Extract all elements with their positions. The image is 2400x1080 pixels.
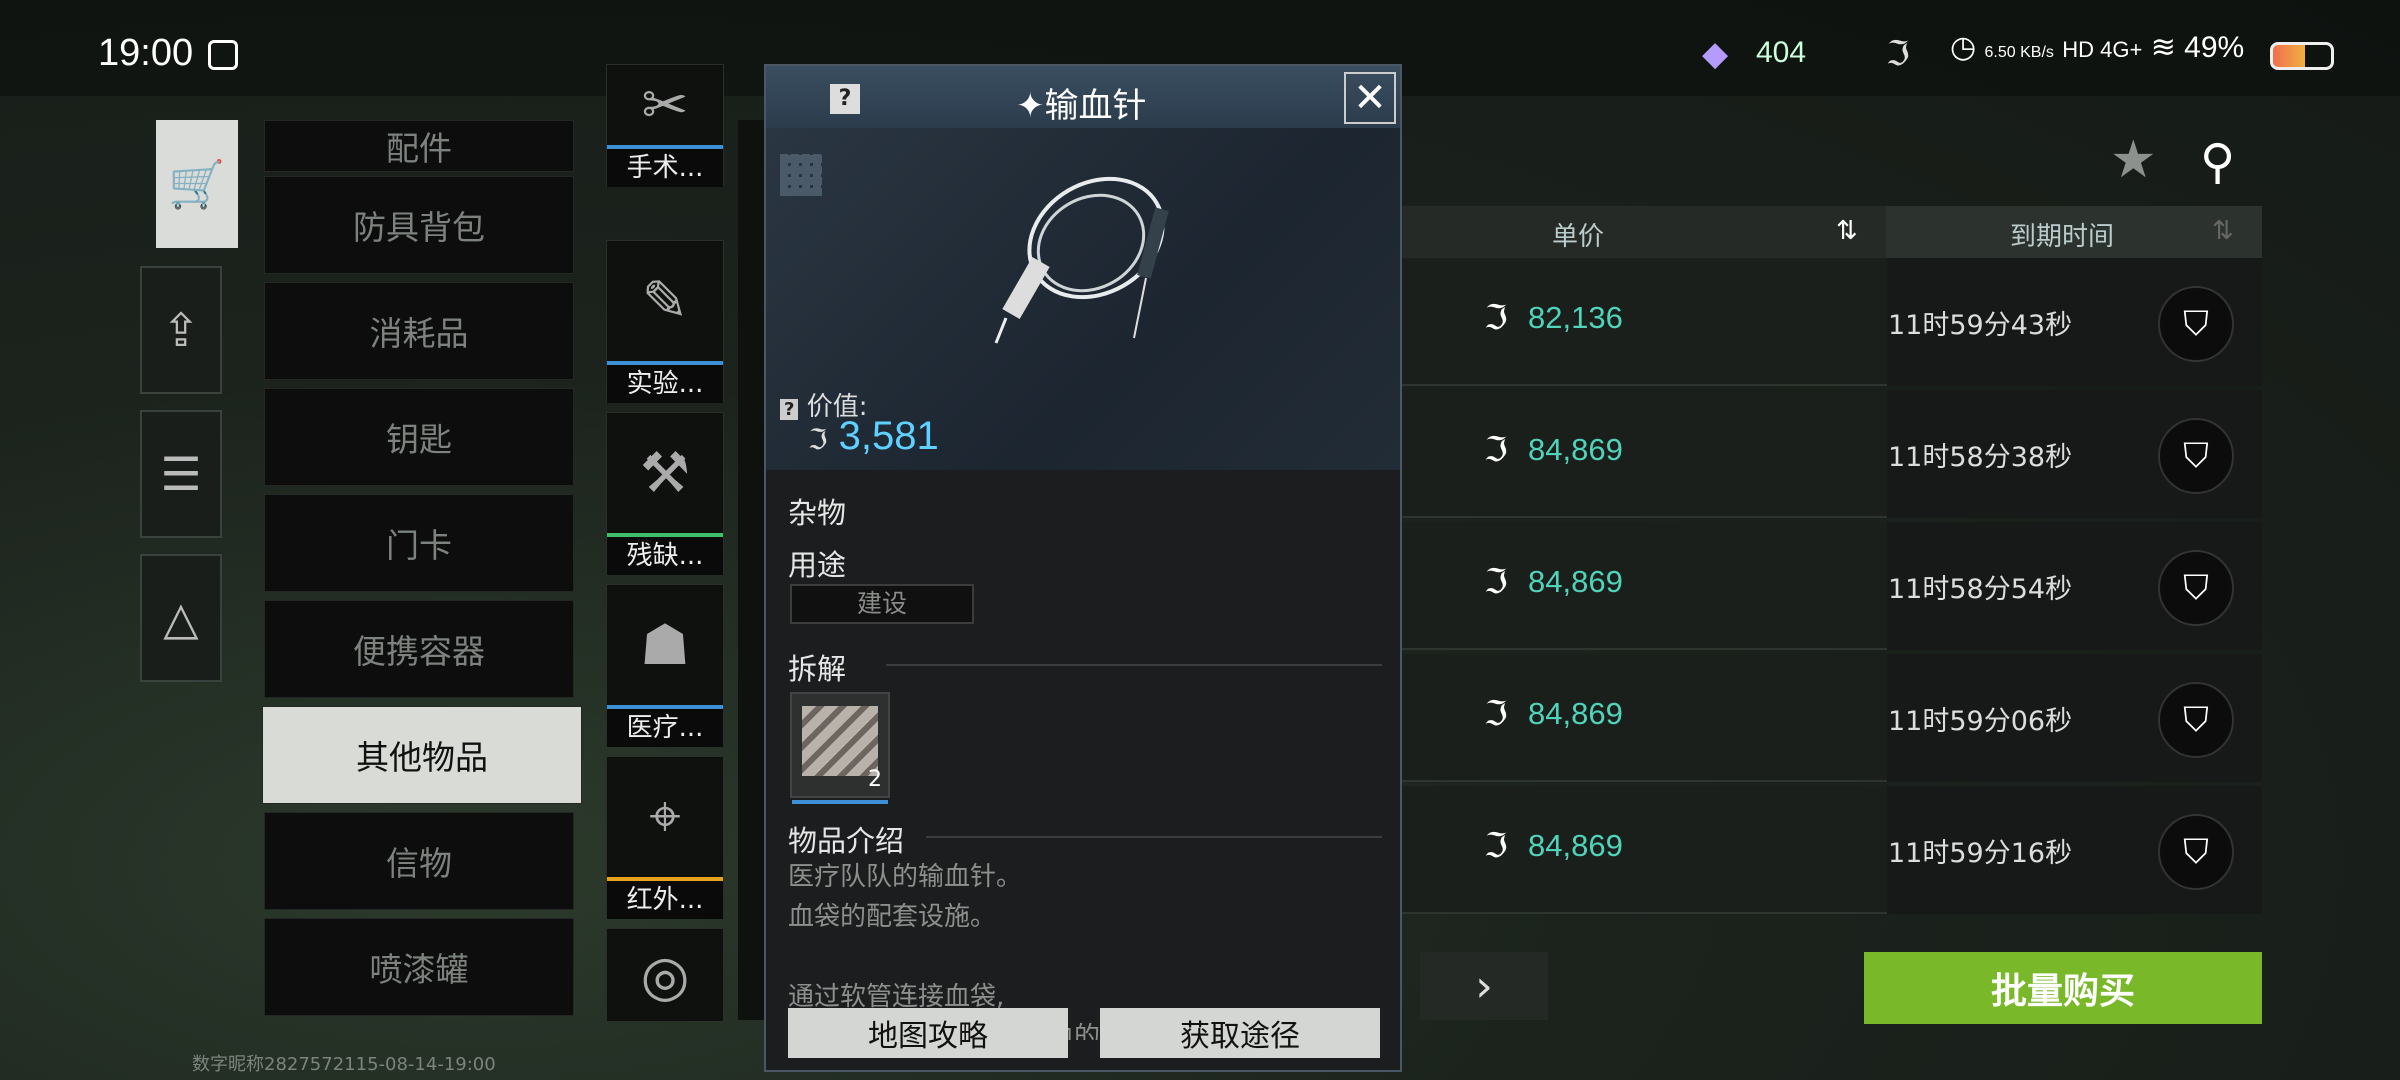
sort-icon[interactable]: ⇅ [1836,216,1858,246]
network-type: HD 4G+ [2062,37,2143,62]
transfusion-needle-image [994,176,1169,344]
tool-icon: ⚒ [639,440,691,506]
item-card[interactable]: ⚒ 残缺... [606,412,724,575]
item-card[interactable]: ◎ [606,928,724,1022]
item-detail-popup: ? ✦输血针 ✕ ? 价值: ℑ 3,581 杂物 用途 建设 拆解 2 物品介… [764,64,1402,1072]
description-line: 血袋的配套设施。 [788,902,997,932]
coin-icon: ℑ [1484,826,1508,866]
category-keys[interactable]: 钥匙 [264,388,574,486]
item-card[interactable]: ⌖ 红外... [606,756,724,919]
coin-icon: ℑ [1484,430,1508,470]
thermometer-icon: ⌖ [649,784,681,849]
next-page-button[interactable]: › [1420,952,1548,1020]
item-type: 杂物 [788,496,847,530]
category-armor-bag[interactable]: 防具背包 [264,176,574,274]
popup-title: ✦输血针 [1016,86,1147,126]
item-value: ℑ 3,581 [808,414,939,458]
gem-count: 404 [1756,36,1807,69]
coin-icon: ℑ [1484,298,1508,338]
category-containers[interactable]: 便携容器 [264,600,574,698]
table-row: ℑ 84,869 11时58分38秒 ⛉ [1402,390,2262,518]
buy-bag-icon[interactable]: ⛉ [2158,550,2234,626]
close-icon: ✕ [1353,75,1387,121]
col-price[interactable]: 单价 [1552,216,1604,253]
net-speed: 6.50 KB/s [1984,44,2054,61]
category-other-items[interactable]: 其他物品 [262,706,582,804]
item-card[interactable]: ✎ 实验... [606,240,724,403]
item-card[interactable]: ☗ 医疗... [606,584,724,747]
usage-title: 用途 [788,548,847,582]
system-indicators: ◷ 6.50 KB/s HD 4G+ ≋ 49% [1950,30,2244,65]
coin-icon: ℑ [808,424,828,455]
coin-icon: ℑ [1484,562,1508,602]
table-row: ℑ 84,869 11时59分16秒 ⛉ [1402,786,2262,914]
alarm-icon: ◷ [1950,31,1977,64]
grid-size-icon [780,154,822,196]
triangle-logo-icon[interactable]: △ [140,554,222,682]
get-source-button[interactable]: 获取途径 [1100,1008,1380,1058]
category-tokens[interactable]: 信物 [264,812,574,910]
buy-bag-icon[interactable]: ⛉ [2158,814,2234,890]
coin-item-icon: ◎ [640,943,690,1009]
chevron-right-icon: › [1475,960,1493,1012]
buy-bag-icon[interactable]: ⛉ [2158,682,2234,758]
clock: 19:00 [98,32,194,74]
table-header: 单价 ⇅ 到期时间 ⇅ [1402,206,2262,258]
clipboard-icon[interactable]: ☰ [140,410,222,538]
battery-icon [2270,42,2334,70]
category-accessories[interactable]: 配件 [264,120,574,172]
table-row: ℑ 84,869 11时59分06秒 ⛉ [1402,654,2262,782]
wifi-icon: ≋ [2150,31,2176,64]
buy-bag-icon[interactable]: ⛉ [2158,286,2234,362]
description-line: 医疗队队的输血针。 [788,862,1023,892]
screenshot-icon [208,40,238,70]
coin-icon: ℑ [1886,34,1910,74]
sell-cart-icon[interactable]: ⇪ [140,266,222,394]
table-row: ℑ 84,869 11时58分54秒 ⛉ [1402,522,2262,650]
favorite-star-icon[interactable]: ★ [2110,130,2157,190]
col-expire[interactable]: 到期时间 [2010,216,2114,253]
close-button[interactable]: ✕ [1344,72,1396,124]
dismantle-title: 拆解 [788,652,847,686]
watermark: 数字昵称2827572115-08-14-19:00 [192,1054,496,1075]
bulk-buy-button[interactable]: 批量购买 [1864,952,2262,1024]
table-row: ℑ 82,136 11时59分43秒 ⛉ [1402,258,2262,386]
coin-icon: ℑ [1484,694,1508,734]
category-keycards[interactable]: 门卡 [264,494,574,592]
category-spray-cans[interactable]: 喷漆罐 [264,918,574,1016]
help-icon[interactable]: ? [780,399,799,420]
category-consumables[interactable]: 消耗品 [264,282,574,380]
usage-tag: 建设 [790,584,974,624]
gem-icon: ◆ [1702,34,1729,74]
battery-percent: 49% [2184,31,2245,64]
item-image-area: ? 价值: ℑ 3,581 [766,128,1400,470]
shop-cart-icon[interactable]: 🛒 [156,120,238,248]
robot-icon: ☗ [639,612,691,678]
scissors-icon: ✂ [641,72,689,138]
popup-header: ? ✦输血针 ✕ [766,66,1400,128]
item-card[interactable]: ✂ 手术... [606,64,724,187]
map-guide-button[interactable]: 地图攻略 [788,1008,1068,1058]
dismantle-material[interactable]: 2 [790,692,890,804]
buy-bag-icon[interactable]: ⛉ [2158,418,2234,494]
syringe-icon: ✎ [641,268,689,334]
scrap-metal-icon [802,706,878,776]
sort-icon[interactable]: ⇅ [2212,216,2234,246]
help-icon[interactable]: ? [830,84,860,114]
intro-title: 物品介绍 [788,824,905,858]
search-icon[interactable]: ⚲ [2200,134,2235,190]
